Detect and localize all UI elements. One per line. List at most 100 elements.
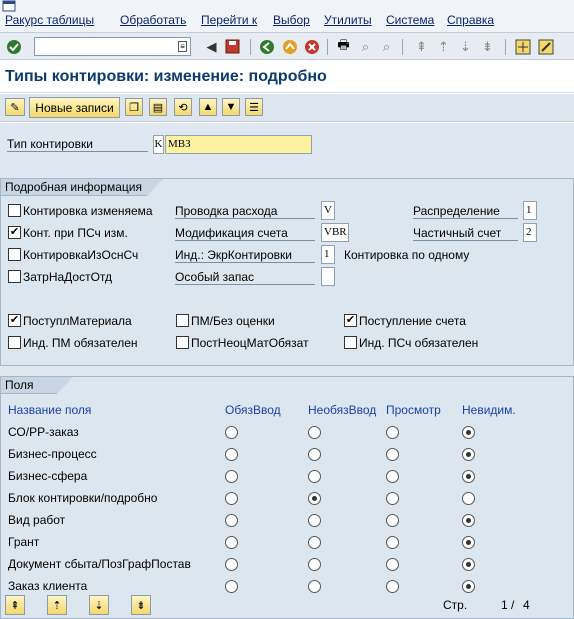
copy-icon[interactable]: ❐ <box>125 98 143 116</box>
fields-group-title: Поля <box>1 377 73 394</box>
menu-bar: Ракурс таблицы Обработать Перейти к Выбо… <box>0 0 574 32</box>
radio-hidden[interactable] <box>462 470 475 483</box>
back-arrow-icon[interactable]: ◀ <box>203 38 220 55</box>
consumption-posting-input[interactable]: V <box>321 201 335 220</box>
exit-icon[interactable] <box>281 38 298 55</box>
radio-hidden[interactable] <box>462 558 475 571</box>
shortcut-icon[interactable] <box>537 38 554 55</box>
account-modification-label: Модификация счета <box>175 226 315 241</box>
undo-change-icon[interactable]: ⟲ <box>174 98 192 116</box>
previous-entry-icon[interactable]: ▲ <box>199 98 217 116</box>
delete-icon[interactable]: ▤ <box>149 98 167 116</box>
radio-display[interactable] <box>386 426 399 439</box>
radio-display[interactable] <box>386 492 399 505</box>
menu-help[interactable]: Справка <box>447 13 494 27</box>
radio-optional[interactable] <box>308 470 321 483</box>
last-page-icon[interactable]: ⇟ <box>479 38 496 55</box>
partial-invoice-input[interactable]: 2 <box>523 223 537 242</box>
radio-hidden[interactable] <box>462 514 475 527</box>
menu-table-view[interactable]: Ракурс таблицы <box>5 13 94 27</box>
new-session-icon[interactable] <box>514 38 531 55</box>
last-page-icon[interactable]: ⇟ <box>131 595 151 615</box>
menu-selection[interactable]: Выбор <box>273 13 310 27</box>
display-change-icon[interactable]: ✎ <box>5 98 25 116</box>
first-page-icon[interactable]: ⇞ <box>413 38 430 55</box>
cancel-icon[interactable] <box>303 38 320 55</box>
checkbox-gr-indicator-required[interactable] <box>8 336 21 349</box>
column-field-name: Название поля <box>8 403 92 417</box>
radio-required[interactable] <box>225 558 238 571</box>
radio-required[interactable] <box>225 580 238 593</box>
next-page-icon[interactable]: ⇣ <box>457 38 474 55</box>
account-modification-input[interactable]: VBR <box>321 223 349 242</box>
radio-required[interactable] <box>225 448 238 461</box>
distribution-input[interactable]: 1 <box>523 201 537 220</box>
previous-page-icon[interactable]: ⇡ <box>47 595 67 615</box>
command-history-icon[interactable]: ≡ <box>178 41 187 52</box>
checkbox-change-at-invoice[interactable]: ✔ <box>8 226 21 239</box>
account-assignment-category-input[interactable]: МВЗ <box>165 135 312 154</box>
radio-required[interactable] <box>225 426 238 439</box>
print-icon[interactable]: 🖶 <box>335 37 352 55</box>
assignment-changeable-label: Контировка изменяема <box>23 204 153 218</box>
field-name: СО/PP-заказ <box>8 425 79 439</box>
screen-assignment-input[interactable]: 1 <box>321 245 335 264</box>
menu-system[interactable]: Система <box>386 13 434 27</box>
radio-required[interactable] <box>225 514 238 527</box>
radio-required[interactable] <box>225 470 238 483</box>
menu-goto[interactable]: Перейти к <box>201 13 257 27</box>
find-next-icon[interactable]: ⌕ <box>378 38 395 55</box>
radio-display[interactable] <box>386 448 399 461</box>
radio-hidden[interactable] <box>462 536 475 549</box>
variable-list-icon[interactable]: ☰ <box>245 98 263 116</box>
radio-required[interactable] <box>225 492 238 505</box>
radio-optional[interactable] <box>308 514 321 527</box>
radio-required[interactable] <box>225 536 238 549</box>
checkbox-delivery-costs[interactable] <box>8 270 21 283</box>
next-page-icon[interactable]: ⇣ <box>89 595 109 615</box>
radio-display[interactable] <box>386 558 399 571</box>
distribution-label: Распределение <box>413 204 518 219</box>
command-field[interactable]: ≡ <box>34 37 191 56</box>
from-base-account-label: КонтировкаИзОснСч <box>23 248 139 262</box>
separator <box>505 39 506 55</box>
main-area: Тип контировки K МВЗ Подробная информаци… <box>0 123 574 619</box>
new-entries-button[interactable]: Новые записи <box>29 97 120 118</box>
radio-optional[interactable] <box>308 426 321 439</box>
checkbox-goods-receipt[interactable]: ✔ <box>8 314 21 327</box>
previous-page-icon[interactable]: ⇡ <box>435 38 452 55</box>
checkbox-ir-indicator-required[interactable] <box>344 336 357 349</box>
find-icon[interactable]: ⌕ <box>357 38 374 55</box>
first-page-icon[interactable]: ⇞ <box>5 595 25 615</box>
checkbox-assignment-changeable[interactable] <box>8 204 21 217</box>
radio-hidden[interactable] <box>462 580 475 593</box>
radio-optional[interactable] <box>308 492 321 505</box>
enter-icon[interactable] <box>5 38 22 55</box>
radio-optional[interactable] <box>308 580 321 593</box>
checkbox-gr-non-valuated[interactable] <box>176 314 189 327</box>
menu-edit[interactable]: Обработать <box>120 13 186 27</box>
radio-display[interactable] <box>386 514 399 527</box>
checkbox-invoice-receipt[interactable]: ✔ <box>344 314 357 327</box>
radio-optional[interactable] <box>308 536 321 549</box>
radio-optional[interactable] <box>308 558 321 571</box>
radio-hidden[interactable] <box>462 426 475 439</box>
checkbox-gr-non-val-required[interactable] <box>176 336 189 349</box>
radio-display[interactable] <box>386 536 399 549</box>
radio-optional[interactable] <box>308 448 321 461</box>
field-name: Бизнес-процесс <box>8 447 97 461</box>
standard-toolbar: ≡ ◀ 🖶 ⌕ ⌕ ⇞ ⇡ ⇣ ⇟ <box>0 32 574 60</box>
radio-display[interactable] <box>386 470 399 483</box>
back-icon[interactable] <box>258 38 275 55</box>
next-entry-icon[interactable]: ▼ <box>222 98 240 116</box>
special-stock-input[interactable] <box>321 267 335 286</box>
radio-display[interactable] <box>386 580 399 593</box>
radio-hidden[interactable] <box>462 448 475 461</box>
account-assignment-key: K <box>153 135 164 154</box>
menu-utilities[interactable]: Утилиты <box>324 13 372 27</box>
radio-hidden[interactable] <box>462 492 475 505</box>
save-icon[interactable] <box>224 38 241 55</box>
checkbox-from-base-account[interactable] <box>8 248 21 261</box>
system-menu-icon[interactable] <box>2 0 16 12</box>
gr-indicator-required-label: Инд. ПМ обязателен <box>23 336 138 350</box>
